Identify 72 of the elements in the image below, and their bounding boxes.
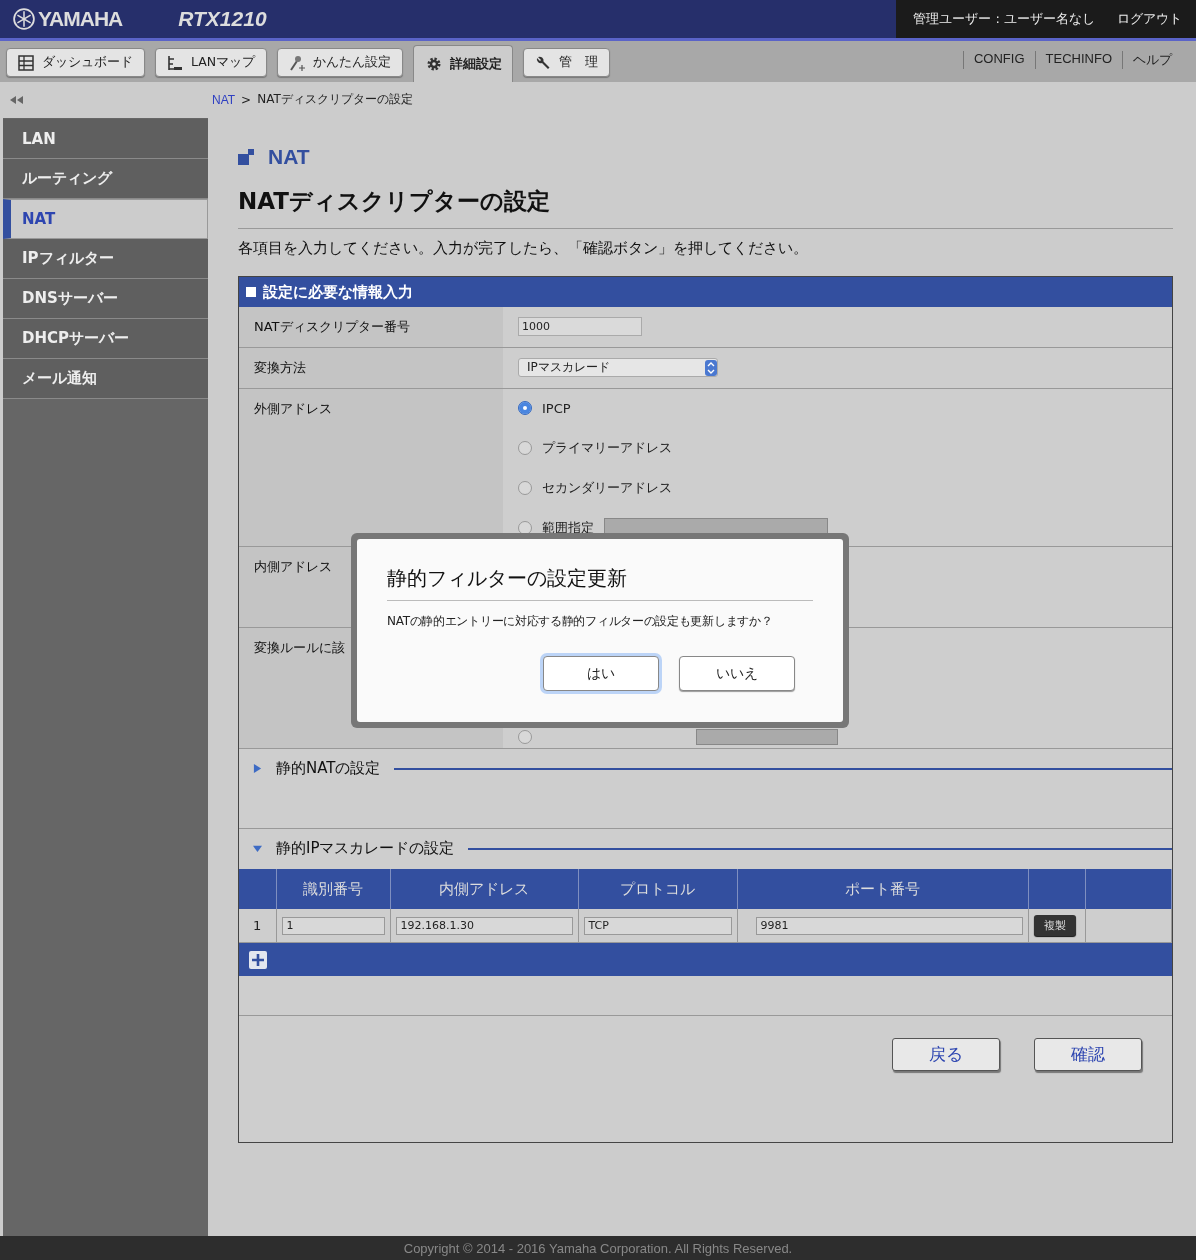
header-link[interactable]: CONFIG [963, 50, 1035, 69]
dialog-button[interactable]: はい [543, 656, 659, 691]
dropdown-arrows-icon [705, 359, 717, 376]
form-button[interactable]: 戻る [892, 1037, 1000, 1071]
breadcrumb-current: NATディスクリプターの設定 [257, 91, 413, 108]
breadcrumb-link[interactable]: NAT [212, 92, 236, 107]
column-header: プロトコル [578, 869, 737, 909]
form-button[interactable]: 確認 [1034, 1037, 1142, 1071]
dialog-button[interactable]: いいえ [679, 656, 795, 691]
sidebar-item[interactable]: LAN [3, 119, 208, 159]
table-header-cell [239, 869, 276, 909]
radio-button[interactable] [518, 401, 532, 415]
field-label: 外側アドレス [239, 389, 503, 546]
logout-link[interactable]: ログアウト [1117, 10, 1182, 28]
copyright-text: Copyright © 2014 - 2016 Yamaha Corporation. All Rights Reserved. [403, 1240, 793, 1256]
section-title[interactable]: 静的IPマスカレードの設定 [276, 839, 455, 858]
form-header-title: 設定に必要な情報入力 [263, 282, 413, 302]
logo-icon [13, 8, 35, 30]
collapse-icon[interactable] [10, 96, 24, 104]
sidebar-item[interactable]: IPフィルター [3, 239, 208, 279]
radio-button[interactable] [518, 441, 532, 455]
nav-tab[interactable]: 管 理 [523, 48, 611, 77]
text-field[interactable] [696, 729, 838, 745]
section-heading: NAT [268, 145, 310, 169]
table-header-cell [1028, 869, 1085, 909]
column-header: ポート番号 [737, 869, 1028, 909]
column-header: 内側アドレス [390, 869, 578, 909]
breadcrumb-separator: > [241, 92, 252, 107]
radio-label: プライマリーアドレス [542, 439, 672, 457]
radio-button[interactable] [518, 481, 532, 495]
gear-icon [426, 56, 443, 72]
nav-tab[interactable]: 詳細設定 [413, 45, 514, 82]
plus-icon [249, 950, 267, 969]
radio-button[interactable] [518, 730, 532, 744]
sidebar-item[interactable]: ルーティング [3, 159, 208, 199]
user-label: 管理ユーザー : ユーザー名なし [913, 10, 1095, 28]
dialog-title: 静的フィルターの設定更新 [387, 565, 813, 601]
text-field[interactable]: 1000 [518, 317, 642, 336]
expanded-arrow-icon[interactable] [253, 844, 262, 853]
radio-label: セカンダリーアドレス [542, 479, 672, 497]
table-input[interactable]: 192.168.1.30 [395, 916, 573, 935]
sidebar-item[interactable]: DNSサーバー [3, 279, 208, 319]
header-link[interactable]: ヘルプ [1122, 50, 1182, 69]
sidebar-item[interactable]: メール通知 [3, 359, 208, 399]
table-input[interactable]: 9981 [755, 916, 1023, 935]
dropdown[interactable]: IPマスカレード [518, 358, 718, 377]
column-header: 識別番号 [276, 869, 390, 909]
grid-icon [18, 54, 34, 71]
collapsed-arrow-icon[interactable] [253, 764, 262, 773]
brand-name: YAMAHA [38, 7, 123, 31]
nav-tab[interactable]: LANマップ [155, 48, 268, 77]
section-title[interactable]: 静的NATの設定 [276, 759, 381, 778]
instruction-text: 各項目を入力してください。入力が完了したら、「確認ボタン」を押してください。 [238, 239, 809, 258]
field-label: NATディスクリプター番号 [239, 307, 503, 347]
table-input[interactable]: 1 [281, 916, 385, 935]
tree-icon [167, 54, 183, 71]
row-number: 1 [239, 909, 276, 942]
page-title: NATディスクリプターの設定 [238, 186, 1173, 229]
model-name: RTX1210 [178, 7, 267, 31]
wrench-icon [535, 54, 552, 71]
nav-tab[interactable]: かんたん設定 [277, 48, 404, 77]
sidebar-item[interactable]: DHCPサーバー [3, 319, 208, 359]
radio-label: IPCP [542, 400, 571, 416]
wand-icon [289, 54, 306, 71]
header-link[interactable]: TECHINFO [1034, 50, 1122, 69]
table-input[interactable]: TCP [583, 916, 732, 935]
square-icon [246, 287, 256, 297]
sidebar-item[interactable]: NAT [3, 199, 208, 239]
squares-icon [238, 149, 254, 165]
nav-tab[interactable]: ダッシュボード [6, 48, 145, 77]
copy-button[interactable]: 複製 [1033, 915, 1076, 936]
field-label: 変換方法 [239, 348, 503, 388]
